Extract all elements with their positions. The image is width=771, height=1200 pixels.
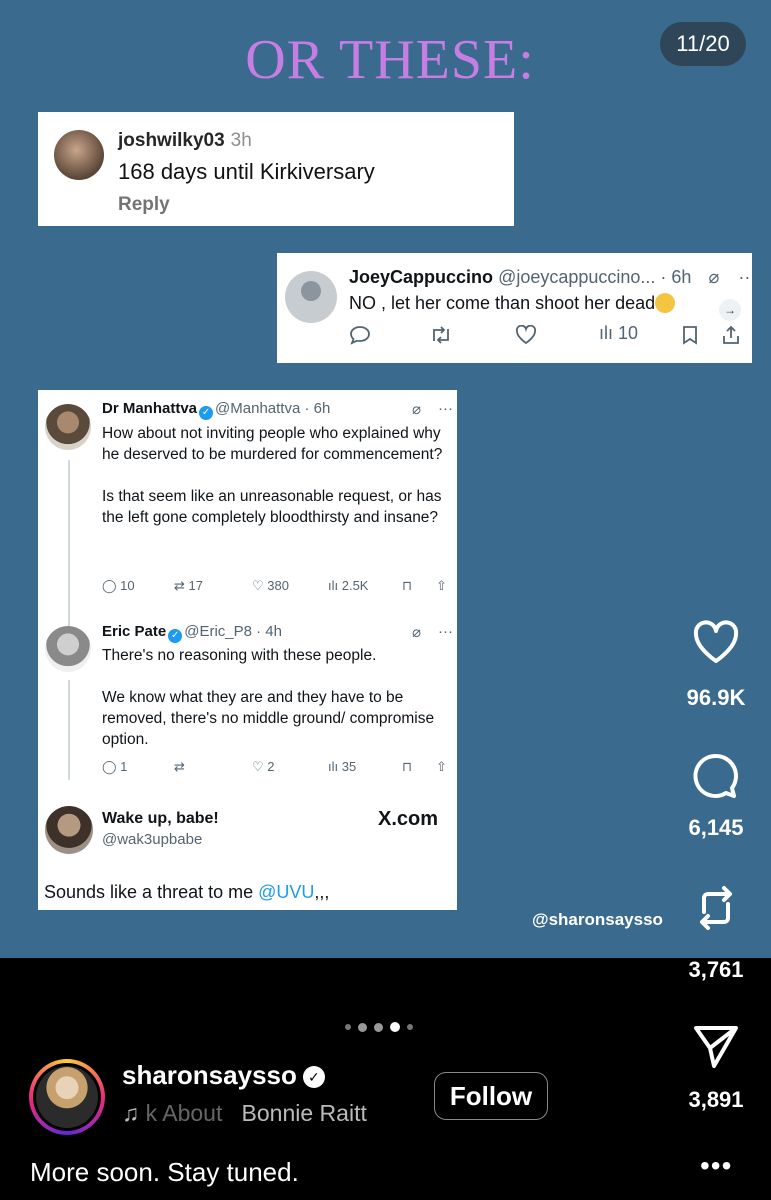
more-icon: ··· bbox=[438, 400, 453, 417]
views-icon: ılı 10 bbox=[599, 323, 639, 343]
post-media[interactable]: 11/20 OR THESE: joshwilky03 3h 168 days u… bbox=[0, 0, 771, 958]
screenshot-tweet-thread-card-3: Dr Manhattva ✓ @Manhattva · 6h ⌀ ··· How a… bbox=[38, 390, 457, 910]
grok-icon: ⌀ bbox=[708, 267, 720, 287]
music-info[interactable]: ♫ k About Bonnie Raitt bbox=[122, 1100, 367, 1127]
bookmark-icon: ⊓ bbox=[402, 578, 413, 593]
slide-counter: 11/20 bbox=[660, 22, 746, 66]
more-icon[interactable]: ••• bbox=[700, 1150, 732, 1182]
source-caption: Sounds like a threat to me @UVU,,, bbox=[44, 882, 330, 902]
reply-icon bbox=[349, 325, 371, 350]
reply-icon: ◯ 1 bbox=[102, 759, 128, 774]
x-logo: X.com bbox=[378, 808, 439, 830]
comment-icon[interactable] bbox=[690, 750, 742, 802]
author-username[interactable]: sharonsaysso ✓ bbox=[122, 1060, 325, 1091]
grok-icon: ⌀ bbox=[412, 624, 422, 641]
verified-badge-icon: ✓ bbox=[199, 406, 214, 420]
like-icon: ♡ 380 bbox=[252, 578, 289, 593]
avatar bbox=[45, 404, 91, 450]
like-icon bbox=[515, 324, 537, 350]
views-icon: ılı 2.5K bbox=[328, 578, 369, 593]
thread-line bbox=[68, 680, 70, 780]
repost-count: 3,761 bbox=[688, 957, 744, 982]
share-icon[interactable] bbox=[690, 1020, 742, 1072]
verified-badge-icon: ✓ bbox=[302, 1066, 325, 1088]
tweet-header: Eric Pate ✓ @Eric_P8 · 4h ⌀ ··· bbox=[102, 623, 453, 643]
comment-username: joshwilky03 3h bbox=[118, 130, 252, 151]
comment-count: 6,145 bbox=[688, 815, 744, 840]
bookmark-icon bbox=[681, 325, 699, 350]
share-icon: ⇧ bbox=[436, 578, 447, 593]
screenshot-comment-card-1: joshwilky03 3h 168 days until Kirkiversar… bbox=[38, 112, 514, 226]
heart-icon[interactable] bbox=[690, 617, 742, 669]
thread-line bbox=[68, 460, 70, 650]
arrow-right-icon: → bbox=[719, 299, 741, 321]
like-icon: ♡ 2 bbox=[252, 759, 275, 774]
avatar bbox=[45, 806, 93, 854]
screenshot-tweet-card-2: JoeyCappuccino @joeycappuccino... · 6h ⌀… bbox=[277, 253, 756, 363]
avatar bbox=[45, 626, 91, 672]
source-account-handle: @wak3upbabe bbox=[102, 831, 203, 848]
reply-label: Reply bbox=[118, 194, 170, 215]
verified-badge-icon: ✓ bbox=[168, 629, 183, 643]
more-icon: ··· bbox=[738, 267, 757, 287]
headline: OR THESE: bbox=[245, 29, 535, 91]
grin-emoji-icon bbox=[655, 293, 676, 313]
views-icon: ılı 35 bbox=[328, 759, 357, 774]
post-caption[interactable]: More soon. Stay tuned. bbox=[30, 1157, 299, 1188]
author-avatar[interactable] bbox=[29, 1059, 105, 1135]
follow-button[interactable]: Follow bbox=[434, 1072, 548, 1120]
more-icon: ··· bbox=[438, 623, 453, 640]
like-count: 96.9K bbox=[686, 685, 746, 710]
comment-text: 168 days until Kirkiversary bbox=[118, 159, 375, 184]
repost-icon bbox=[429, 325, 453, 350]
tweet-header: JoeyCappuccino @joeycappuccino... · 6h ⌀… bbox=[349, 267, 757, 287]
tweet-body: There's no reasoning with these people. … bbox=[102, 647, 435, 748]
avatar bbox=[54, 130, 104, 180]
mention-link: @UVU bbox=[258, 882, 315, 902]
watermark: @sharonsaysso bbox=[532, 910, 663, 929]
tweet-body: How about not inviting people who explai… bbox=[102, 425, 443, 526]
repost-icon: ⇄ bbox=[174, 759, 185, 774]
repost-icon: ⇄ 17 bbox=[174, 578, 203, 593]
grok-icon: ⌀ bbox=[412, 401, 422, 418]
share-icon bbox=[721, 325, 741, 350]
source-account-name: Wake up, babe! bbox=[102, 810, 219, 827]
views-count: 10 bbox=[618, 323, 639, 343]
repost-icon[interactable] bbox=[690, 882, 742, 934]
music-note-icon: ♫ bbox=[122, 1100, 140, 1126]
share-icon: ⇧ bbox=[436, 759, 447, 774]
reply-icon: ◯ 10 bbox=[102, 578, 135, 593]
share-count: 3,891 bbox=[688, 1087, 744, 1112]
tweet-text: NO , let her come than shoot her dead bbox=[349, 293, 676, 314]
carousel-indicator bbox=[345, 1022, 413, 1032]
tweet-header: Dr Manhattva ✓ @Manhattva · 6h ⌀ ··· bbox=[102, 400, 453, 420]
default-avatar bbox=[285, 271, 337, 323]
bookmark-icon: ⊓ bbox=[402, 759, 413, 774]
